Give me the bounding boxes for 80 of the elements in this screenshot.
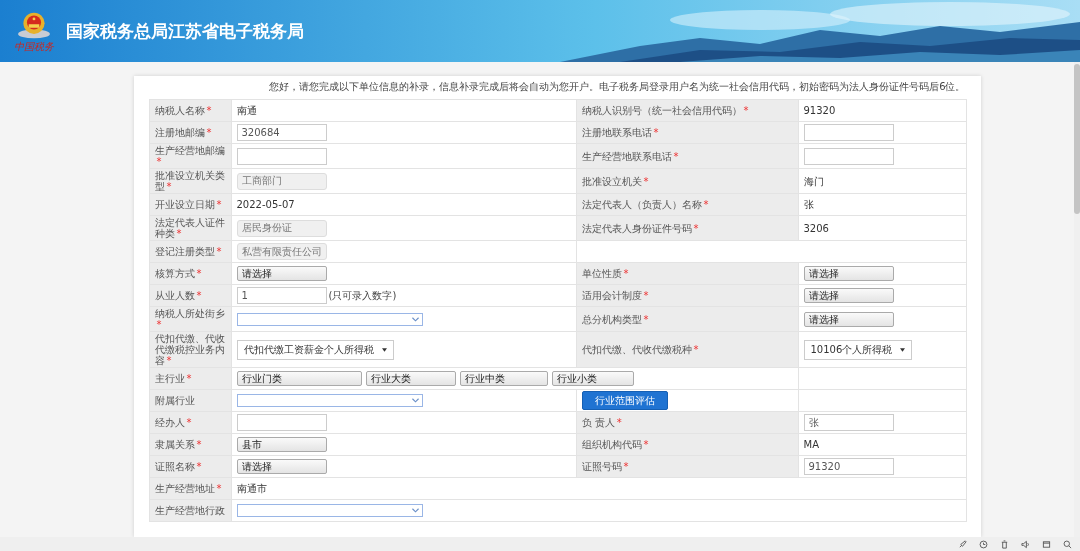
speaker-icon[interactable] [1021, 539, 1030, 549]
field-label: 附属行业 [154, 395, 195, 406]
select-button[interactable]: 行业小类 [551, 371, 634, 386]
trash-icon[interactable] [1000, 539, 1009, 549]
field-label: 注册地联系电话 * [581, 127, 659, 138]
hint-text: (只可录入数字) [328, 290, 397, 301]
field-label: 适用会计制度 * [581, 290, 649, 301]
field-label: 纳税人识别号（统一社会信用代码） * [581, 105, 749, 116]
select-button[interactable]: 请选择 [803, 311, 894, 327]
input-field[interactable]: 320684 [236, 124, 327, 141]
field-label: 核算方式 * [154, 268, 202, 279]
scrollbar[interactable] [1074, 62, 1080, 537]
field-value: 南通 [236, 105, 257, 116]
select-button[interactable]: 请选择 [803, 288, 894, 303]
field-label: 纳税人名称 * [154, 105, 212, 116]
select-button[interactable]: 请选择 [236, 459, 327, 474]
logo-text: 中国税务 [14, 40, 54, 52]
field-label: 开业设立日期 * [154, 199, 222, 210]
input-field[interactable] [236, 414, 327, 431]
field-label: 代扣代缴、代收代缴税种 * [581, 344, 699, 355]
field-label: 从业人数 * [154, 290, 202, 301]
field-label: 证照名称 * [154, 461, 202, 472]
field-label: 法定代表人身份证件号码 * [581, 222, 699, 234]
field-value: 南通市 [236, 483, 267, 494]
field-value: MA [803, 439, 819, 450]
window-icon[interactable] [1042, 539, 1051, 549]
input-field[interactable]: 91320 [803, 458, 894, 475]
field-value: 3206 [803, 222, 829, 234]
field-label: 批准设立机关类型 * [154, 170, 225, 192]
caret-icon [900, 347, 906, 352]
rocket-icon[interactable] [958, 539, 967, 549]
caret-icon [381, 347, 387, 352]
field-label: 生产经营地联系电话 * [581, 150, 679, 162]
input-field[interactable] [803, 124, 894, 141]
field-label: 证照号码 * [581, 461, 629, 472]
input-field[interactable] [803, 147, 894, 165]
dropdown[interactable] [236, 504, 423, 517]
dropdown[interactable] [236, 312, 423, 326]
chevron-icon [411, 316, 419, 322]
select-button[interactable]: 行业大类 [365, 371, 456, 386]
field-value: 海门 [803, 175, 824, 187]
field-label: 生产经营地行政 [154, 505, 225, 516]
field-value: 91320 [803, 105, 836, 116]
dropdown[interactable]: 10106个人所得税 [803, 339, 913, 360]
field-label: 纳税人所处街乡 * [154, 308, 225, 330]
select-button[interactable]: 请选择 [236, 266, 327, 281]
evaluate-button[interactable]: 行业范围评估 [581, 391, 668, 410]
field-label: 批准设立机关 * [581, 175, 649, 187]
field-label: 登记注册类型 * [154, 246, 222, 257]
field-label: 负 责人 * [581, 417, 622, 428]
dropdown[interactable] [236, 394, 423, 407]
field-label: 生产经营地邮编 * [154, 145, 225, 167]
field-value: 2022-05-07 [236, 199, 295, 210]
field-label: 总分机构类型 * [581, 313, 649, 325]
search-icon[interactable] [1063, 539, 1072, 549]
select-button[interactable]: 行业中类 [459, 371, 548, 386]
chevron-icon [411, 398, 419, 403]
dropdown[interactable]: 代扣代缴工资薪金个人所得税 [236, 339, 394, 360]
input-field[interactable]: 1 [236, 287, 327, 304]
field-label: 注册地邮编 * [154, 127, 212, 138]
input-field[interactable] [236, 147, 327, 165]
field-label: 法定代表人证件种类 * [154, 217, 225, 239]
history-icon[interactable] [979, 539, 988, 549]
site-title: 国家税务总局江苏省电子税务局 [66, 19, 304, 43]
select-button[interactable]: 行业门类 [236, 371, 362, 386]
field-label: 法定代表人（负责人）名称 * [581, 199, 709, 210]
field-label: 经办人 * [154, 417, 192, 428]
field-value: 张 [803, 199, 814, 210]
chevron-icon [411, 508, 419, 513]
field-label: 代扣代缴、代收代缴税控业务内容 * [154, 333, 225, 366]
input-field[interactable]: 张 [803, 414, 894, 431]
emblem-icon [16, 10, 52, 41]
field-label: 生产经营地址 * [154, 483, 222, 494]
field-label: 单位性质 * [581, 268, 629, 279]
field-label: 主行业 * [154, 373, 192, 384]
select-button[interactable]: 县市 [236, 437, 327, 452]
field-label: 隶属关系 * [154, 439, 202, 450]
select-button[interactable]: 请选择 [803, 266, 894, 281]
notice-text: 您好，请您完成以下单位信息的补录，信息补录完成后将会自动为您开户。电子税务局登录用户名为统一社会信用代码，初始密码为法人身份证件号码后6位。 [268, 80, 966, 94]
field-label: 组织机构代码 * [581, 439, 649, 450]
